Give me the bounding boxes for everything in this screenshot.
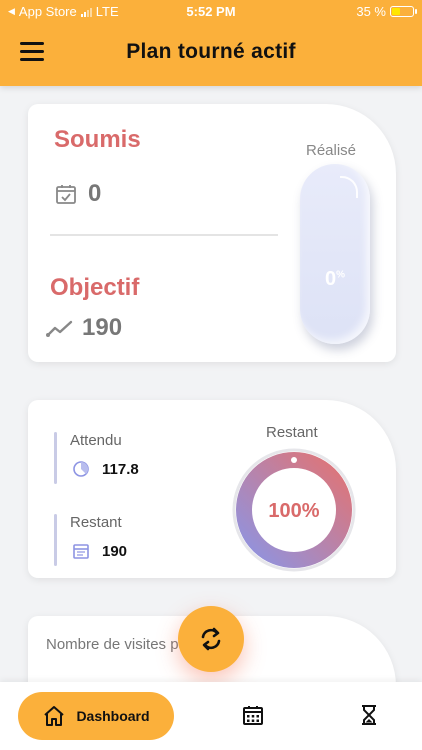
divider xyxy=(50,234,278,236)
top-bar: ◀ App Store LTE 5:52 PM 35 % Plan tourné… xyxy=(0,0,422,86)
realise-unit: % xyxy=(336,269,346,281)
home-icon xyxy=(44,706,65,726)
realise-gauge: 0% xyxy=(300,164,370,344)
realise-value: 0 xyxy=(324,268,337,290)
gauge-shine xyxy=(340,176,358,198)
objectif-value: 190 xyxy=(82,314,123,341)
nav-dashboard-label: Dashboard xyxy=(76,708,150,724)
donut-title: Restant xyxy=(266,424,318,441)
nav-calendar[interactable] xyxy=(242,704,264,731)
soumis-row: 0 xyxy=(54,180,101,208)
realise-label: Réalisé xyxy=(306,142,357,159)
realise-value-wrap: 0% xyxy=(300,268,370,291)
battery-label: 35 % xyxy=(356,4,386,19)
objectif-row: 190 xyxy=(46,314,122,342)
restant-donut: 100% xyxy=(232,448,356,572)
restant-value: 190 xyxy=(102,542,128,560)
restant-bar xyxy=(54,514,57,566)
attendu-label: Attendu xyxy=(70,432,122,449)
refresh-icon xyxy=(201,627,221,651)
calendar-grid-icon xyxy=(243,706,263,725)
calendar-check-icon xyxy=(56,185,76,204)
calendar-icon xyxy=(73,544,89,559)
status-right: 35 % xyxy=(356,4,417,19)
progress-card: Attendu 117.8 Restant 190 Restant 100% xyxy=(28,400,396,578)
bottom-nav: Dashboard xyxy=(0,682,422,750)
hourglass-icon xyxy=(362,705,376,725)
attendu-row: 117.8 xyxy=(72,460,139,478)
objectif-label: Objectif xyxy=(50,274,140,301)
restant-row: 190 xyxy=(72,542,127,560)
soumis-label: Soumis xyxy=(54,126,141,153)
nav-history[interactable] xyxy=(358,704,380,731)
status-bar: ◀ App Store LTE 5:52 PM 35 % xyxy=(0,0,422,24)
restant-label: Restant xyxy=(70,514,122,531)
donut-value: 100% xyxy=(268,500,319,522)
donut-start-dot xyxy=(291,457,297,463)
attendu-bar xyxy=(54,432,57,484)
page-title: Plan tourné actif xyxy=(126,40,296,63)
attendu-value: 117.8 xyxy=(102,460,139,478)
timer-icon xyxy=(73,461,89,477)
refresh-button[interactable] xyxy=(178,606,244,672)
soumis-value: 0 xyxy=(88,180,102,207)
trending-up-icon xyxy=(46,320,73,337)
nav-dashboard[interactable]: Dashboard xyxy=(18,692,174,740)
battery-icon xyxy=(390,6,417,17)
summary-card: Soumis 0 Objectif 190 Réalisé 0% xyxy=(28,104,396,362)
